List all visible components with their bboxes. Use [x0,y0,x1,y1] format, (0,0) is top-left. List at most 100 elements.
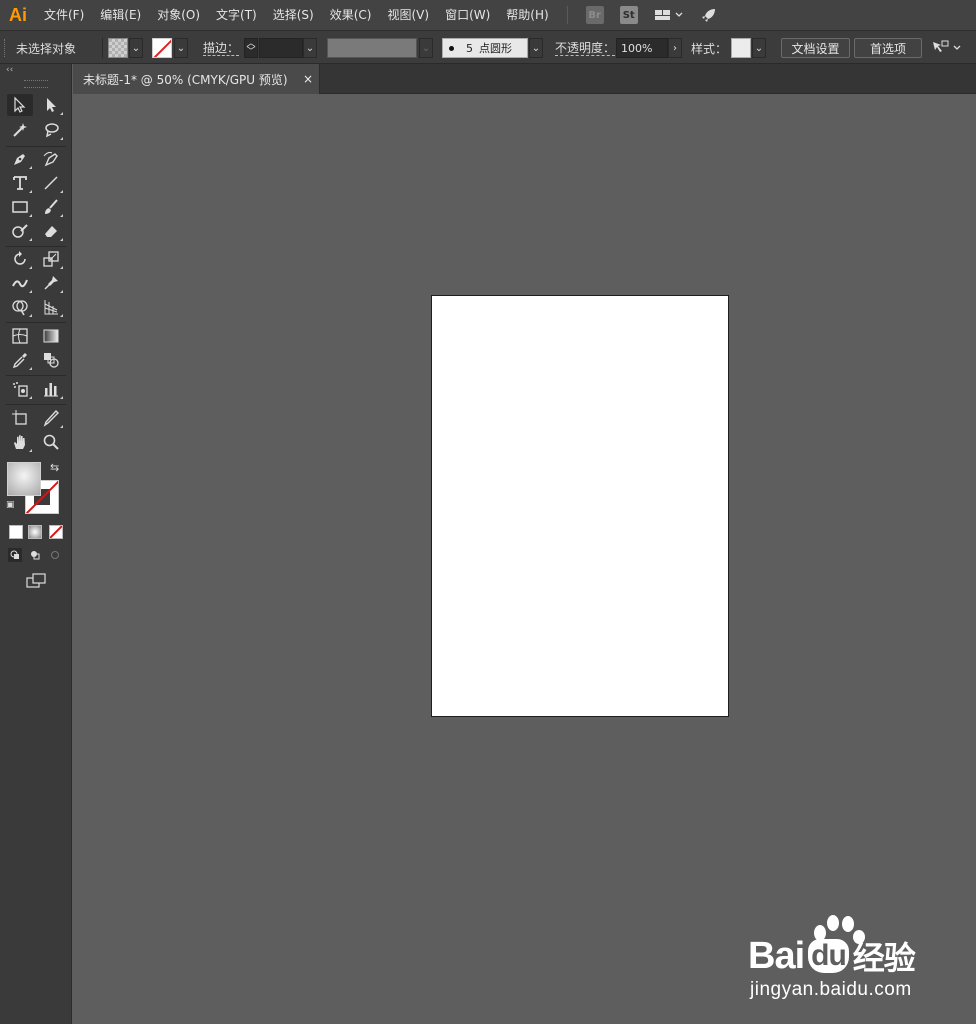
divider [6,375,66,376]
menu-object[interactable]: 对象(O) [149,0,208,30]
line-segment-tool-icon[interactable] [38,172,64,194]
symbol-sprayer-tool-icon[interactable] [7,378,33,400]
control-bar: 未选择对象 ⌄ ⌄ 描边： ︿ ﹀ ⌄ ⌄ 5 点圆形 ⌄ 不透明度： 100% … [0,30,976,64]
rectangle-tool-icon[interactable] [7,196,33,218]
panel-grip[interactable] [23,80,48,88]
width-tool-icon[interactable] [7,272,33,294]
document-setup-button[interactable]: 文档设置 [781,31,850,65]
gradient-mode-icon[interactable] [28,525,42,539]
type-tool-icon[interactable] [7,172,33,194]
brush-dropdown[interactable]: ⌄ [529,31,543,65]
menu-edit[interactable]: 编辑(E) [92,0,149,30]
workspace-layout-icon[interactable] [654,6,684,24]
column-graph-tool-icon[interactable] [38,378,64,400]
swap-fill-stroke-icon[interactable]: ⇆ [50,461,59,474]
bridge-icon[interactable]: Br [585,6,604,24]
document-tab[interactable]: 未标题-1* @ 50% (CMYK/GPU 预览) × [73,64,320,94]
brush-size: 5 [466,41,473,55]
perspective-grid-tool-icon[interactable] [38,296,64,318]
hand-tool-icon[interactable] [7,431,33,453]
opacity-expand[interactable]: › [668,31,682,65]
brush-dot-icon [449,45,454,51]
close-icon[interactable]: × [303,72,313,86]
slice-tool-icon[interactable] [38,407,64,429]
change-screen-mode-icon[interactable] [23,570,49,592]
watermark-brand: Bai du 经验 [748,933,916,979]
tools-panel: ‹‹ ⇆ ▣ [0,64,72,1024]
menu-bar: Ai 文件(F) 编辑(E) 对象(O) 文字(T) 选择(S) 效果(C) 视… [0,0,976,30]
mesh-tool-icon[interactable] [7,325,33,347]
stroke-weight-stepper[interactable]: ︿ ﹀ [244,31,258,65]
arrange-documents-icon[interactable] [930,31,964,65]
divider [102,31,103,65]
selection-status: 未选择对象 [16,41,77,56]
fill-dropdown[interactable]: ⌄ [129,31,143,65]
watermark-jingyan: 经验 [852,940,916,976]
brush-definition[interactable]: 5 点圆形 [442,31,528,65]
draw-normal-icon[interactable] [8,548,22,562]
stroke-label[interactable]: 描边： [203,31,240,65]
artboard[interactable] [431,295,729,717]
fill-swatch[interactable] [108,31,128,65]
shape-builder-tool-icon[interactable] [7,296,33,318]
divider [6,404,66,405]
stroke-dropdown[interactable]: ⌄ [174,31,188,65]
magic-wand-tool-icon[interactable] [7,119,33,141]
divider [6,246,66,247]
shaper-tool-icon[interactable] [7,220,33,242]
selection-tool-icon[interactable] [7,94,33,116]
eraser-tool-icon[interactable] [38,220,64,242]
pen-tool-icon[interactable] [7,148,33,170]
stroke-weight-input[interactable] [259,31,303,65]
menu-window[interactable]: 窗口(W) [437,0,498,30]
style-dropdown[interactable]: ⌄ [752,31,766,65]
none-mode-icon[interactable] [49,525,63,539]
collapse-panel-button[interactable]: ‹‹ [0,64,71,78]
eyedropper-tool-icon[interactable] [7,349,33,371]
rocket-icon[interactable] [700,6,718,24]
curvature-tool-icon[interactable] [38,148,64,170]
baidu-jingyan-watermark: Bai du 经验 jingyan.baidu.com [748,915,968,1005]
preferences-button[interactable]: 首选项 [854,31,922,65]
menu-help[interactable]: 帮助(H) [498,0,556,30]
draw-inside-icon[interactable] [48,548,62,562]
fill-color-swatch[interactable] [7,462,41,496]
menu-divider [566,6,568,24]
document-tab-bar: 未标题-1* @ 50% (CMYK/GPU 预览) × [73,64,976,94]
stroke-swatch[interactable] [152,31,172,65]
color-mode-icon[interactable] [9,525,23,539]
menu-type[interactable]: 文字(T) [208,0,265,30]
document-tab-title: 未标题-1* @ 50% (CMYK/GPU 预览) [83,72,288,87]
app-logo: Ai [9,4,27,25]
graphic-style-swatch[interactable] [731,31,751,65]
menu-effect[interactable]: 效果(C) [322,0,380,30]
canvas-area[interactable] [73,95,976,1024]
menu-view[interactable]: 视图(V) [379,0,437,30]
rotate-tool-icon[interactable] [7,248,33,270]
profile-dropdown: ⌄ [419,31,433,65]
artboard-tool-icon[interactable] [7,407,33,429]
stroke-weight-dropdown[interactable]: ⌄ [303,31,317,65]
divider [6,146,66,147]
menu-select[interactable]: 选择(S) [265,0,322,30]
paintbrush-tool-icon[interactable] [38,196,64,218]
opacity-input[interactable]: 100% [616,31,668,65]
zoom-tool-icon[interactable] [38,431,64,453]
stock-icon[interactable]: St [619,6,638,24]
draw-behind-icon[interactable] [28,548,42,562]
watermark-bai: Bai [748,934,805,977]
default-fill-stroke-icon[interactable]: ▣ [6,500,15,510]
blend-tool-icon[interactable] [38,349,64,371]
direct-selection-tool-icon[interactable] [38,94,64,116]
puppet-warp-tool-icon[interactable] [38,272,64,294]
lasso-tool-icon[interactable] [38,119,64,141]
opacity-label[interactable]: 不透明度： [555,31,616,65]
panel-grip[interactable] [4,39,7,57]
menu-file[interactable]: 文件(F) [36,0,92,30]
variable-width-profile[interactable] [327,31,417,65]
brush-name: 点圆形 [479,42,512,55]
scale-tool-icon[interactable] [38,248,64,270]
gradient-tool-icon[interactable] [38,325,64,347]
watermark-url: jingyan.baidu.com [750,979,912,1000]
style-label: 样式： [691,41,728,56]
